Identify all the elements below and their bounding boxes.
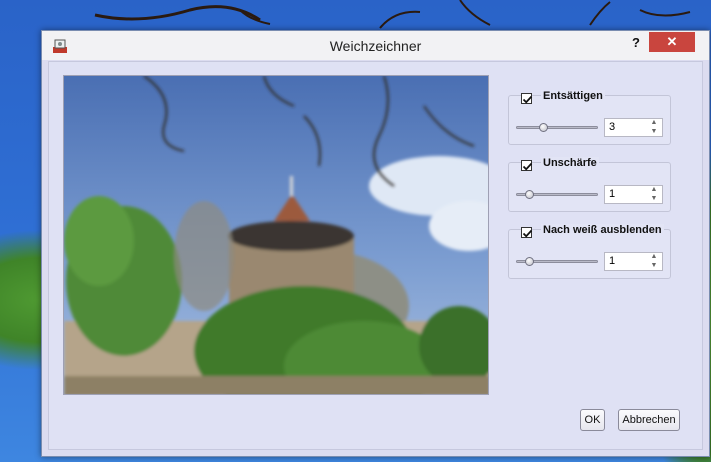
ok-button[interactable]: OK <box>580 409 605 431</box>
check-icon <box>522 229 533 238</box>
dialog-content: Entsättigen 3 ▲ ▼ Unschärfe 1 ▲ ▼ Nach w… <box>48 61 703 450</box>
title-bar[interactable]: Weichzeichner ? ✕ <box>42 31 709 60</box>
fade-white-checkbox[interactable] <box>521 227 533 238</box>
fade-white-slider-thumb[interactable] <box>524 257 534 266</box>
close-button[interactable]: ✕ <box>649 32 695 52</box>
fade-white-value: 1 <box>609 255 616 267</box>
blur-spinbox[interactable]: 1 ▲ ▼ <box>604 185 663 204</box>
blur-slider-thumb[interactable] <box>524 190 534 199</box>
blur-dialog: Weichzeichner ? ✕ Entsättigen 3 ▲ ▼ Unsc… <box>41 30 710 457</box>
blur-checkbox[interactable] <box>521 160 533 171</box>
desaturate-slider[interactable] <box>516 123 598 132</box>
effect-group-fade-white: Nach weiß ausblenden 1 ▲ ▼ <box>508 224 671 279</box>
check-icon <box>522 162 533 171</box>
desaturate-label: Entsättigen <box>541 90 605 102</box>
desaturate-value: 3 <box>609 121 616 133</box>
blur-slider[interactable] <box>516 190 598 199</box>
cancel-button[interactable]: Abbrechen <box>618 409 680 431</box>
blur-value: 1 <box>609 188 616 200</box>
effect-group-blur: Unschärfe 1 ▲ ▼ <box>508 157 671 212</box>
spin-up-icon[interactable]: ▲ <box>648 186 660 194</box>
desaturate-spinbox[interactable]: 3 ▲ ▼ <box>604 118 663 137</box>
spin-down-icon[interactable]: ▼ <box>648 262 660 270</box>
preview-image <box>63 75 489 395</box>
check-icon <box>522 95 533 104</box>
spin-down-icon[interactable]: ▼ <box>648 195 660 203</box>
fade-white-slider[interactable] <box>516 257 598 266</box>
fade-white-label: Nach weiß ausblenden <box>541 224 664 236</box>
fade-white-spinbox[interactable]: 1 ▲ ▼ <box>604 252 663 271</box>
desaturate-checkbox[interactable] <box>521 93 533 104</box>
spin-up-icon[interactable]: ▲ <box>648 119 660 127</box>
desaturate-slider-thumb[interactable] <box>539 123 549 132</box>
help-button[interactable]: ? <box>628 35 644 53</box>
effect-group-desaturate: Entsättigen 3 ▲ ▼ <box>508 90 671 145</box>
spin-down-icon[interactable]: ▼ <box>648 128 660 136</box>
dialog-title: Weichzeichner <box>329 38 422 54</box>
spin-up-icon[interactable]: ▲ <box>648 253 660 261</box>
blur-label: Unschärfe <box>541 157 599 169</box>
photo-preview-icon <box>64 76 488 394</box>
